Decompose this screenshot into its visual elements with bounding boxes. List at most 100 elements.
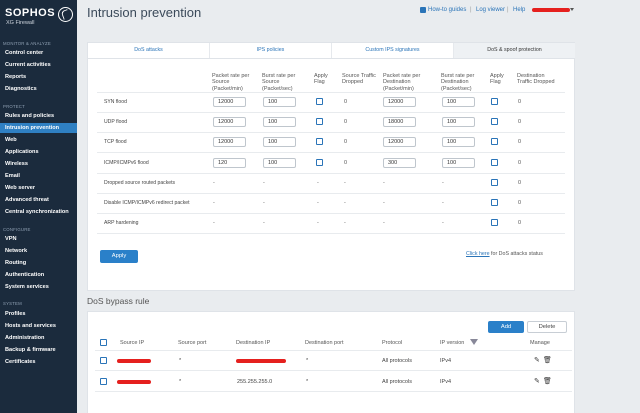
sidebar-item-advanced-threat[interactable]: Advanced threat	[0, 195, 77, 205]
sidebar-item-routing[interactable]: Routing	[0, 258, 77, 268]
dash-value: -	[317, 180, 319, 186]
src-burst-rate-input[interactable]: 100	[263, 97, 296, 107]
col-src-traffic-dropped: Source Traffic Dropped	[342, 73, 376, 86]
dash-value: -	[383, 180, 385, 186]
apply-flag-checkbox[interactable]	[491, 219, 498, 226]
dash-value: -	[317, 200, 319, 206]
sidebar-item-rules-and-policies[interactable]: Rules and policies	[0, 111, 77, 121]
dash-value: -	[263, 180, 265, 186]
sidebar-item-applications[interactable]: Applications	[0, 147, 77, 157]
dst-traffic-dropped: 0	[518, 160, 522, 166]
sidebar-item-reports[interactable]: Reports	[0, 72, 77, 82]
sidebar-item-backup-firmware[interactable]: Backup & firmware	[0, 345, 77, 355]
edit-icon[interactable]: ✎	[534, 377, 540, 385]
sidebar-item-authentication[interactable]: Authentication	[0, 270, 77, 280]
user-caret-icon[interactable]	[570, 8, 574, 11]
dst-packet-rate-input[interactable]: 300	[383, 158, 416, 168]
sidebar-item-central-synchronization[interactable]: Central synchronization	[0, 207, 77, 217]
row-label-syn-flood: SYN flood	[104, 99, 127, 105]
src-packet-rate-input[interactable]: 12000	[213, 137, 246, 147]
dst-packet-rate-input[interactable]: 12000	[383, 137, 416, 147]
src-packet-rate-input[interactable]: 12000	[213, 97, 246, 107]
sidebar-item-web-server[interactable]: Web server	[0, 183, 77, 193]
src-burst-rate-input[interactable]: 100	[263, 158, 296, 168]
sidebar-item-email[interactable]: Email	[0, 171, 77, 181]
sidebar-item-diagnostics[interactable]: Diagnostics	[0, 84, 77, 94]
how-to-guides-icon[interactable]	[420, 7, 426, 13]
apply-button[interactable]: Apply	[100, 250, 138, 263]
dst-apply-flag-checkbox[interactable]	[491, 159, 498, 166]
sidebar-item-vpn[interactable]: VPN	[0, 234, 77, 244]
sidebar-item-control-center[interactable]: Control center	[0, 48, 77, 58]
redacted-destination-ip	[236, 359, 286, 363]
dst-packet-rate-input[interactable]: 18000	[383, 117, 416, 127]
src-traffic-dropped: 0	[344, 139, 348, 145]
page-title: Intrusion prevention	[87, 5, 202, 20]
dst-burst-rate-input[interactable]: 100	[442, 137, 475, 147]
col-destination-port: Destination port	[305, 340, 344, 346]
sidebar-item-system-services[interactable]: System services	[0, 282, 77, 292]
dash-value: -	[344, 220, 346, 226]
row-checkbox[interactable]	[100, 378, 107, 385]
tab-dos-spoof-protection[interactable]: DoS & spoof protection	[454, 43, 575, 58]
dash-value: -	[383, 200, 385, 206]
redacted-source-ip	[117, 359, 151, 363]
ip-version-value: IPv4	[440, 379, 452, 385]
dst-apply-flag-checkbox[interactable]	[491, 138, 498, 145]
row-divider	[97, 173, 565, 174]
destination-port-value: *	[306, 379, 309, 385]
dst-apply-flag-checkbox[interactable]	[491, 118, 498, 125]
add-button[interactable]: Add	[488, 321, 524, 333]
src-burst-rate-input[interactable]: 100	[263, 117, 296, 127]
dst-apply-flag-checkbox[interactable]	[491, 98, 498, 105]
apply-flag-checkbox[interactable]	[491, 179, 498, 186]
link-separator: |	[507, 7, 509, 13]
help-link[interactable]: Help	[513, 7, 525, 13]
row-divider	[97, 112, 565, 113]
how-to-guides-link[interactable]: How-to guides	[428, 7, 466, 13]
edit-icon[interactable]: ✎	[534, 356, 540, 364]
sidebar-item-hosts-and-services[interactable]: Hosts and services	[0, 321, 77, 331]
redacted-username[interactable]	[532, 8, 570, 12]
sidebar-item-network[interactable]: Network	[0, 246, 77, 256]
src-packet-rate-input[interactable]: 12000	[213, 117, 246, 127]
col-dst-apply-flag: Apply Flag	[490, 73, 504, 86]
source-port-value: *	[179, 358, 182, 364]
src-apply-flag-checkbox[interactable]	[316, 98, 323, 105]
col-src-burst-rate: Burst rate per Source (Packet/sec)	[262, 73, 296, 92]
src-burst-rate-input[interactable]: 100	[263, 137, 296, 147]
delete-button[interactable]: Delete	[527, 321, 567, 333]
select-all-checkbox[interactable]	[100, 339, 107, 346]
row-divider	[97, 132, 565, 133]
delete-icon[interactable]: 🗑	[543, 377, 552, 385]
tab-custom-ips-signatures[interactable]: Custom IPS signatures	[332, 43, 454, 58]
src-apply-flag-checkbox[interactable]	[316, 159, 323, 166]
sidebar-item-certificates[interactable]: Certificates	[0, 357, 77, 367]
dst-burst-rate-input[interactable]: 100	[442, 158, 475, 168]
dos-status-link[interactable]: Click here	[466, 251, 490, 257]
tab-dos-attacks[interactable]: DoS attacks	[88, 43, 210, 58]
dst-burst-rate-input[interactable]: 100	[442, 117, 475, 127]
sidebar-item-current-activities[interactable]: Current activities	[0, 60, 77, 70]
src-packet-rate-input[interactable]: 120	[213, 158, 246, 168]
row-divider	[97, 213, 565, 214]
log-viewer-link[interactable]: Log viewer	[476, 7, 505, 13]
apply-flag-checkbox[interactable]	[491, 199, 498, 206]
tab-ips-policies[interactable]: IPS policies	[210, 43, 332, 58]
filter-icon[interactable]	[470, 339, 478, 345]
delete-icon[interactable]: 🗑	[543, 356, 552, 364]
src-apply-flag-checkbox[interactable]	[316, 138, 323, 145]
dst-packet-rate-input[interactable]: 12000	[383, 97, 416, 107]
sidebar-item-profiles[interactable]: Profiles	[0, 309, 77, 319]
dst-burst-rate-input[interactable]: 100	[442, 97, 475, 107]
dos-status-text: for DoS attacks status	[489, 251, 543, 257]
src-apply-flag-checkbox[interactable]	[316, 118, 323, 125]
sidebar-item-administration[interactable]: Administration	[0, 333, 77, 343]
row-checkbox[interactable]	[100, 357, 107, 364]
sidebar-item-intrusion-prevention[interactable]: Intrusion prevention	[0, 123, 77, 133]
bypass-section-title: DoS bypass rule	[87, 296, 150, 306]
redacted-source-ip	[117, 380, 151, 384]
dos-status-line: Click here for DoS attacks status	[466, 251, 543, 257]
sidebar-item-wireless[interactable]: Wireless	[0, 159, 77, 169]
sidebar-item-web[interactable]: Web	[0, 135, 77, 145]
